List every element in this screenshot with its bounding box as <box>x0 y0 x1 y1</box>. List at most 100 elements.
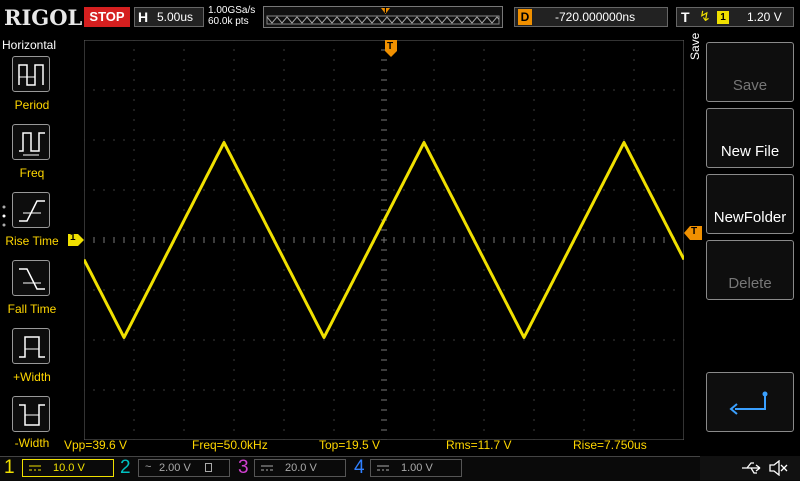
grid-dot <box>433 279 435 281</box>
run-stop-status[interactable]: STOP <box>84 7 130 27</box>
waveform-display[interactable] <box>84 40 684 440</box>
grid-dot <box>633 269 635 271</box>
save-button[interactable]: Save <box>706 42 794 102</box>
grid-dot <box>633 59 635 61</box>
return-button[interactable] <box>706 372 794 432</box>
grid-dot <box>533 169 535 171</box>
grid-dot <box>343 189 345 191</box>
grid-dot <box>433 389 435 391</box>
grid-dot <box>333 399 335 401</box>
grid-dot <box>283 429 285 431</box>
grid-dot <box>113 139 115 141</box>
ch4-number[interactable]: 4 <box>354 457 365 479</box>
grid-dot <box>333 169 335 171</box>
grid-dot <box>503 339 505 341</box>
grid-dot <box>233 79 235 81</box>
grid-dot <box>183 319 185 321</box>
ch1-offset-marker[interactable]: 1 <box>68 232 84 246</box>
ch2-number[interactable]: 2 <box>120 457 131 479</box>
grid-dot <box>483 179 485 181</box>
grid-dot <box>493 339 495 341</box>
grid-dot <box>163 139 165 141</box>
grid-dot <box>433 40 435 41</box>
grid-dot <box>583 259 585 261</box>
grid-dot <box>403 389 405 391</box>
grid-dot <box>533 229 535 231</box>
grid-dot <box>513 139 515 141</box>
fall-time-button[interactable] <box>12 260 50 296</box>
rise-time-button[interactable] <box>12 192 50 228</box>
positive-width-button[interactable] <box>12 328 50 364</box>
grid-dot <box>133 189 135 191</box>
grid-dot <box>553 389 555 391</box>
ch1-number[interactable]: 1 <box>4 457 15 479</box>
grid-dot <box>183 419 185 421</box>
delete-button[interactable]: Delete <box>706 240 794 300</box>
ch3-scale-box[interactable]: 20.0 V <box>254 459 346 477</box>
ch4-scale-box[interactable]: 1.00 V <box>370 459 462 477</box>
grid-dot <box>363 189 365 191</box>
grid-dot <box>133 109 135 111</box>
grid-dot <box>293 339 295 341</box>
ch2-scale-box[interactable]: ~ 2.00 V <box>138 459 230 477</box>
grid-dot <box>103 89 105 91</box>
save-button-label: Save <box>732 77 768 94</box>
grid-dot <box>253 189 255 191</box>
speaker-muted-icon[interactable] <box>768 460 788 476</box>
new-file-button[interactable]: New File <box>706 108 794 168</box>
negative-width-button[interactable] <box>12 396 50 432</box>
grid-dot <box>283 189 285 191</box>
grid-dot <box>453 189 455 191</box>
grid-dot <box>283 349 285 351</box>
usb-icon[interactable] <box>740 461 764 475</box>
grid-dot <box>393 139 395 141</box>
grid-dot <box>533 419 535 421</box>
delay-box[interactable]: D -720.000000ns <box>514 7 668 27</box>
grid-dot <box>473 339 475 341</box>
grid-dot <box>333 379 335 381</box>
grid-dot <box>483 369 485 371</box>
trigger-source: 1 <box>717 11 729 24</box>
grid-dot <box>403 189 405 191</box>
freq-button[interactable] <box>12 124 50 160</box>
new-folder-button[interactable]: NewFolder <box>706 174 794 234</box>
ch1-scale-box[interactable]: 10.0 V <box>22 459 114 477</box>
grid-dot <box>483 339 485 341</box>
grid-dot <box>663 389 665 391</box>
grid-dot <box>593 89 595 91</box>
grid-dot <box>533 309 535 311</box>
ch1-scale: 10.0 V <box>53 462 85 474</box>
grid-dot <box>633 429 635 431</box>
grid-dot <box>433 209 435 211</box>
grid-dot <box>683 189 684 191</box>
grid-dot <box>183 429 185 431</box>
ch3-number[interactable]: 3 <box>238 457 249 479</box>
grid-dot <box>303 189 305 191</box>
grid-dot <box>233 389 235 391</box>
grid-dot <box>583 79 585 81</box>
grid-dot <box>633 379 635 381</box>
grid-dot <box>263 389 265 391</box>
grid-dot <box>533 249 535 251</box>
grid-dot <box>483 309 485 311</box>
grid-dot <box>363 289 365 291</box>
grid-dot <box>323 389 325 391</box>
trigger-level-marker[interactable]: T <box>684 226 702 240</box>
grid-dot <box>483 399 485 401</box>
grid-dot <box>633 259 635 261</box>
trigger-box[interactable]: T ↯ 1 1.20 V <box>676 7 794 27</box>
grid-dot <box>123 339 125 341</box>
grid-dot <box>283 339 285 341</box>
grid-dot <box>433 149 435 151</box>
grid-dot <box>683 389 684 391</box>
grid-dot <box>273 89 275 91</box>
grid-dot <box>283 59 285 61</box>
trigger-position-marker[interactable]: T <box>384 40 398 58</box>
grid-dot <box>333 229 335 231</box>
grid-dot <box>133 199 135 201</box>
period-button[interactable] <box>12 56 50 92</box>
grid-dot <box>453 289 455 291</box>
grid-dot <box>103 139 105 141</box>
timebase-box[interactable]: H 5.00us <box>134 7 204 27</box>
grid-dot <box>433 59 435 61</box>
